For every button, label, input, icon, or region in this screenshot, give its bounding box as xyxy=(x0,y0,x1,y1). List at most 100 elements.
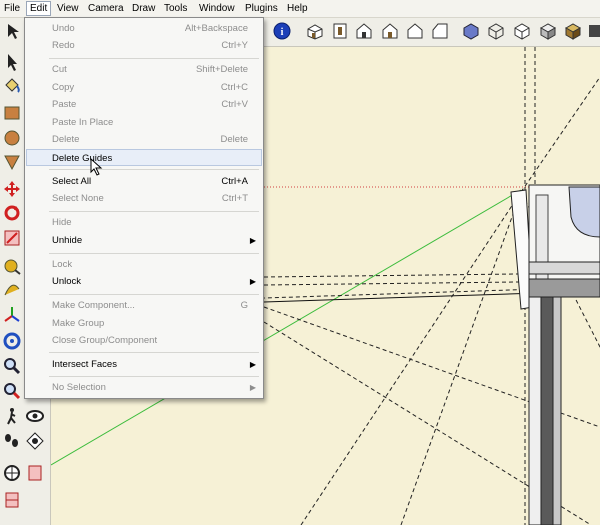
menu-separator xyxy=(49,376,259,377)
shaded-texture-icon[interactable] xyxy=(563,21,583,41)
protractor-icon[interactable] xyxy=(2,279,22,299)
top-view-icon[interactable] xyxy=(330,21,350,41)
right-view-icon[interactable] xyxy=(380,21,400,41)
menu-item-label: Redo xyxy=(52,40,75,51)
zoom-icon[interactable] xyxy=(2,356,22,376)
menu-item-label: Select All xyxy=(52,176,92,187)
left-view-icon[interactable] xyxy=(430,21,450,41)
menu-item-label: Copy xyxy=(52,82,75,93)
menu-item-redo[interactable]: Redo Ctrl+Y xyxy=(26,37,262,54)
circle-icon[interactable] xyxy=(2,128,22,148)
menu-item-label: Lock xyxy=(52,259,73,270)
menu-item-shortcut: G xyxy=(240,300,248,311)
submenu-arrow-icon: ▶ xyxy=(249,277,256,286)
select-arrow-icon[interactable] xyxy=(2,52,22,72)
rectangle-icon[interactable] xyxy=(2,103,22,123)
rotate-icon[interactable] xyxy=(2,203,22,223)
menu-item-label: Paste In Place xyxy=(52,117,114,128)
menu-item-label: No Selection xyxy=(52,382,106,393)
menu-item-close-group[interactable]: Close Group/Component xyxy=(26,332,262,349)
menu-item-select-all[interactable]: Select All Ctrl+A xyxy=(26,173,262,190)
menu-item-unhide[interactable]: Unhide ▶ xyxy=(26,232,262,249)
menu-help[interactable]: Help xyxy=(284,2,311,15)
monochrome-icon[interactable] xyxy=(588,21,600,41)
menu-separator xyxy=(49,169,259,170)
menu-item-hide[interactable]: Hide xyxy=(26,214,262,231)
zoom-window-icon[interactable] xyxy=(2,381,22,401)
move-icon[interactable] xyxy=(2,179,22,199)
tape-measure-icon[interactable] xyxy=(2,256,22,276)
menu-plugins[interactable]: Plugins xyxy=(242,2,281,15)
menu-item-shortcut: Shift+Delete xyxy=(195,64,248,75)
menu-separator xyxy=(49,58,259,59)
submenu-arrow-icon: ▶ xyxy=(249,360,256,369)
info-icon[interactable]: i xyxy=(272,21,292,41)
menu-item-label: Paste xyxy=(52,99,77,110)
menu-bar: File Edit View Camera Draw Tools Window … xyxy=(0,0,600,18)
menu-item-label: Hide xyxy=(52,217,72,228)
menu-edit[interactable]: Edit xyxy=(26,1,52,16)
menu-item-no-selection[interactable]: No Selection ▶ xyxy=(26,379,262,396)
paint-bucket-icon[interactable] xyxy=(2,76,22,96)
menu-item-delete-guides[interactable]: Delete Guides xyxy=(26,149,262,166)
model-column xyxy=(510,184,600,525)
footprints-icon[interactable] xyxy=(2,431,22,451)
menu-item-label: Select None xyxy=(52,193,104,204)
scale-icon[interactable] xyxy=(2,228,22,248)
menu-file[interactable]: File xyxy=(1,2,23,15)
menu-item-make-component[interactable]: Make Component... G xyxy=(26,297,262,314)
position-camera-icon[interactable] xyxy=(25,431,45,451)
wireframe-icon[interactable] xyxy=(486,21,506,41)
orbit-icon[interactable] xyxy=(2,331,22,351)
menu-item-delete[interactable]: Delete Delete xyxy=(26,131,262,148)
menu-item-label: Cut xyxy=(52,64,67,75)
walk-icon[interactable] xyxy=(2,406,22,426)
xray-icon[interactable] xyxy=(461,21,481,41)
section-display-icon[interactable] xyxy=(25,463,45,483)
menu-item-cut[interactable]: Cut Shift+Delete xyxy=(26,61,262,78)
edit-menu: Undo Alt+Backspace Redo Ctrl+Y Cut Shift+De… xyxy=(24,17,264,399)
menu-item-label: Intersect Faces xyxy=(52,359,117,370)
menu-item-make-group[interactable]: Make Group xyxy=(26,315,262,332)
menu-item-paste[interactable]: Paste Ctrl+V xyxy=(26,96,262,113)
menu-item-label: Unlock xyxy=(52,276,82,287)
menu-item-shortcut: Delete xyxy=(220,134,248,145)
menu-tools[interactable]: Tools xyxy=(161,2,190,15)
section-cut-icon[interactable] xyxy=(2,490,22,510)
axes-icon[interactable] xyxy=(2,304,22,324)
menu-draw[interactable]: Draw xyxy=(129,2,158,15)
back-view-icon[interactable] xyxy=(405,21,425,41)
menu-item-undo[interactable]: Undo Alt+Backspace xyxy=(26,20,262,37)
menu-item-shortcut: Ctrl+T xyxy=(221,193,248,204)
iso-view-icon[interactable] xyxy=(305,21,325,41)
look-around-icon[interactable] xyxy=(25,406,45,426)
menu-separator xyxy=(49,253,259,254)
menu-item-label: Delete xyxy=(52,134,80,145)
menu-item-select-none[interactable]: Select None Ctrl+T xyxy=(26,190,262,207)
select-icon[interactable] xyxy=(4,21,24,41)
menu-item-copy[interactable]: Copy Ctrl+C xyxy=(26,79,262,96)
menu-item-shortcut: Ctrl+A xyxy=(221,176,248,187)
section-plane-icon[interactable] xyxy=(2,463,22,483)
submenu-arrow-icon: ▶ xyxy=(249,236,256,245)
menu-view[interactable]: View xyxy=(54,2,82,15)
menu-item-label: Make Group xyxy=(52,318,105,329)
menu-item-paste-in-place[interactable]: Paste In Place xyxy=(26,114,262,131)
menu-item-label: Make Component... xyxy=(52,300,135,311)
menu-camera[interactable]: Camera xyxy=(85,2,127,15)
menu-item-intersect-faces[interactable]: Intersect Faces ▶ xyxy=(26,356,262,373)
menu-item-shortcut: Ctrl+Y xyxy=(221,40,248,51)
front-view-icon[interactable] xyxy=(354,21,374,41)
shaded-icon[interactable] xyxy=(538,21,558,41)
polygon-icon[interactable] xyxy=(2,152,22,172)
menu-item-label: Unhide xyxy=(52,235,83,246)
menu-item-unlock[interactable]: Unlock ▶ xyxy=(26,273,262,290)
menu-item-label: Undo xyxy=(52,23,75,34)
menu-window[interactable]: Window xyxy=(196,2,238,15)
hidden-line-icon[interactable] xyxy=(512,21,532,41)
menu-separator xyxy=(49,352,259,353)
menu-item-lock[interactable]: Lock xyxy=(26,256,262,273)
menu-item-shortcut: Alt+Backspace xyxy=(184,23,248,34)
submenu-arrow-icon: ▶ xyxy=(249,383,256,392)
mouse-cursor-icon xyxy=(90,158,103,176)
